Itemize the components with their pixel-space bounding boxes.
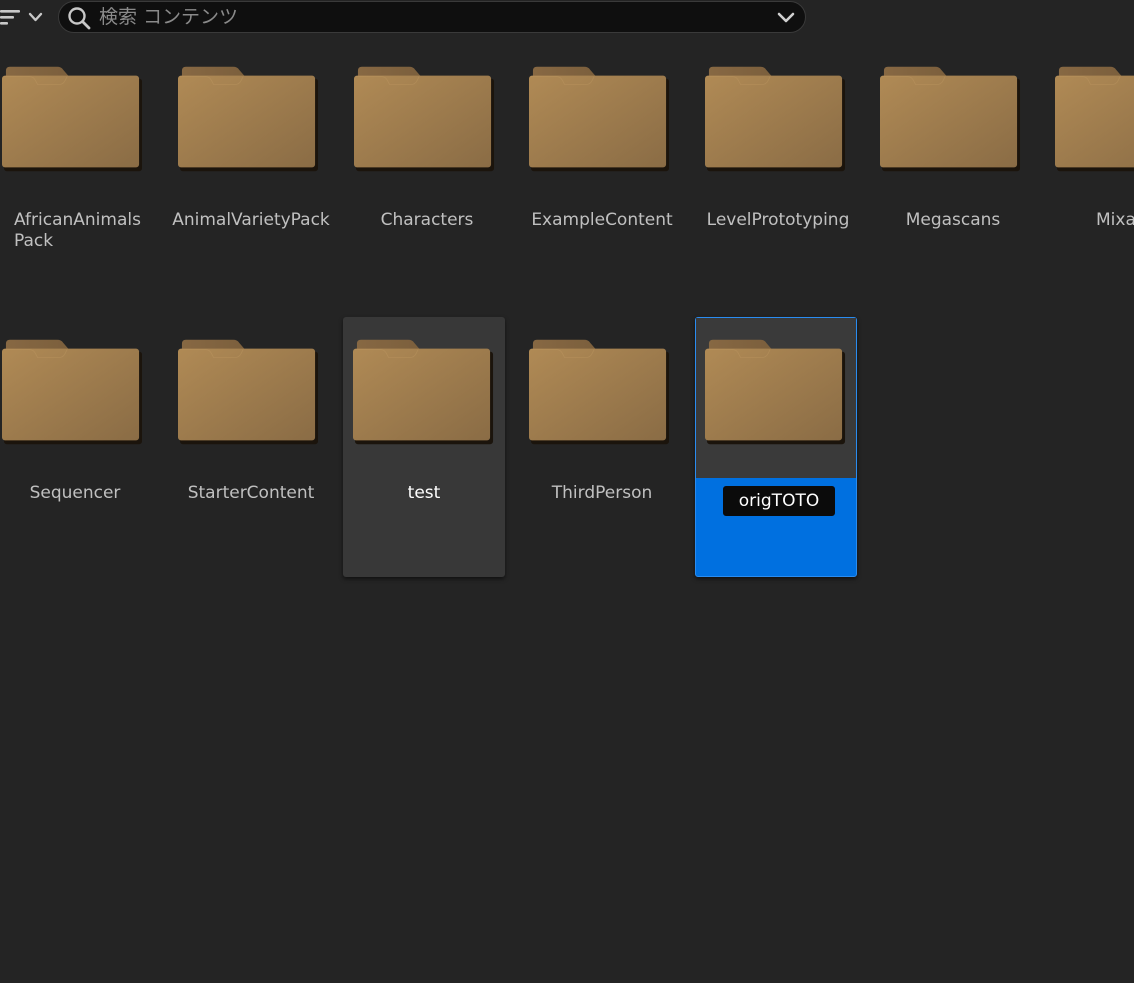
folder-icon — [705, 66, 846, 172]
folder-icon — [880, 66, 1021, 172]
folder-tile-examplecontent[interactable]: ExampleContent — [521, 44, 683, 304]
filter-button[interactable] — [0, 2, 50, 34]
folder-tile-animalvarietypack[interactable]: AnimalVarietyPack — [170, 44, 332, 304]
folder-icon — [529, 339, 670, 445]
folder-tile-sequencer[interactable]: Sequencer — [0, 317, 156, 577]
folder-label: test — [407, 483, 441, 503]
search-icon — [68, 7, 91, 30]
folder-tile-mixa[interactable]: Mixa — [1047, 44, 1134, 304]
folder-tile-thirdperson[interactable]: ThirdPerson — [521, 317, 683, 577]
search-input[interactable] — [99, 2, 759, 32]
folder-icon — [2, 66, 143, 172]
folder-label: Characters — [380, 210, 474, 230]
folder-tile-levelprototyping[interactable]: LevelPrototyping — [697, 44, 859, 304]
folder-tile-megascans[interactable]: Megascans — [872, 44, 1034, 304]
folder-tile-startercontent[interactable]: StarterContent — [170, 317, 332, 577]
folder-label: ExampleContent — [531, 210, 673, 230]
folder-icon — [529, 66, 670, 172]
folder-icon — [354, 66, 495, 172]
search-options-chevron-icon[interactable] — [777, 11, 795, 25]
folder-icon — [705, 339, 846, 445]
folder-label: Mixa — [1096, 210, 1134, 230]
folder-tile-africananimalspack[interactable]: AfricanAnimalsPack — [0, 44, 156, 304]
folder-label: AfricanAnimalsPack — [14, 210, 141, 251]
folder-label: LevelPrototyping — [706, 210, 850, 230]
filter-icon — [0, 10, 20, 25]
search-box[interactable] — [58, 1, 806, 33]
folder-tile-origtoto[interactable] — [695, 317, 857, 577]
folder-icon — [1055, 66, 1134, 172]
folder-label: AnimalVarietyPack — [172, 210, 330, 230]
folder-label: Sequencer — [29, 483, 121, 503]
folder-label: StarterContent — [187, 483, 315, 503]
content-browser: AfricanAnimalsPack AnimalVarietyPack Cha… — [0, 0, 1134, 983]
folder-label: ThirdPerson — [551, 483, 653, 503]
folder-icon — [178, 339, 319, 445]
folder-tile-test[interactable]: test — [343, 317, 505, 577]
folder-icon — [353, 339, 494, 445]
folder-label: Megascans — [905, 210, 1001, 230]
folder-icon — [178, 66, 319, 172]
folder-rename-input[interactable] — [723, 486, 835, 516]
folder-tile-characters[interactable]: Characters — [346, 44, 508, 304]
chevron-down-icon — [28, 12, 43, 22]
folder-icon — [2, 339, 143, 445]
